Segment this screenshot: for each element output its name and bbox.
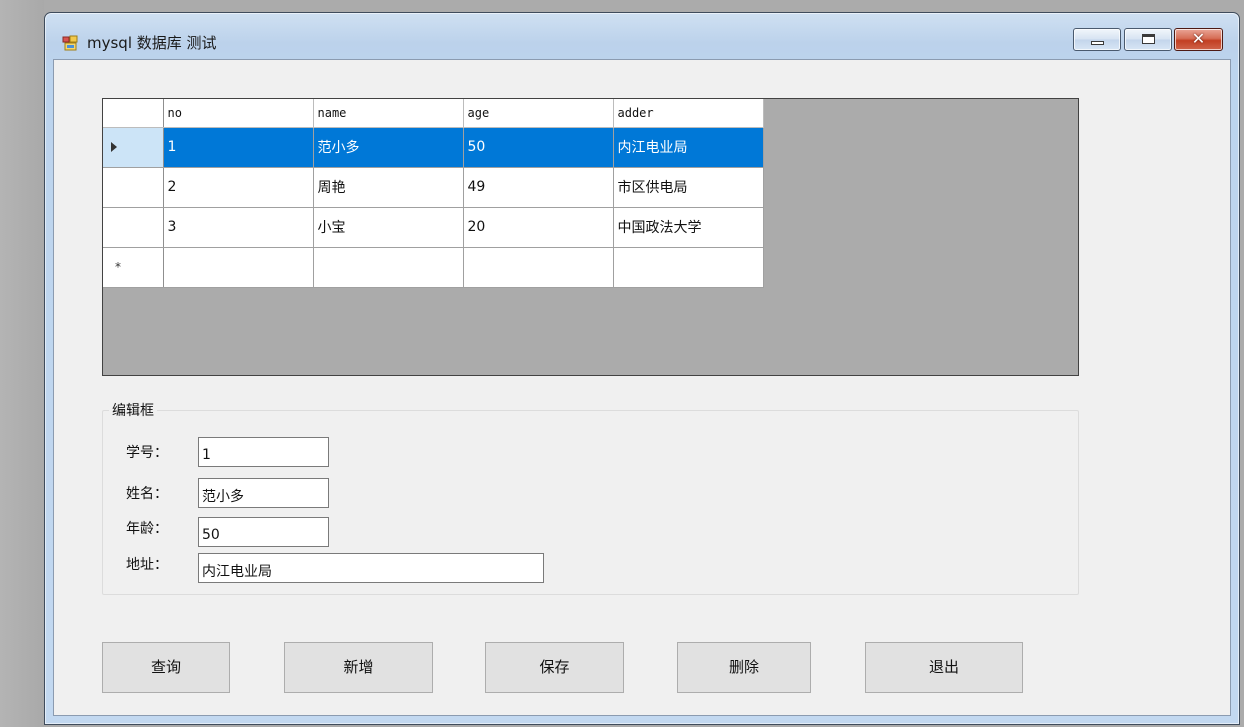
minimize-icon [1091, 41, 1104, 45]
row-header[interactable] [103, 167, 164, 208]
cell-adder[interactable]: 内江电业局 [613, 127, 764, 168]
age-input[interactable] [198, 517, 329, 547]
row-header[interactable]: * [103, 247, 164, 288]
new-row-star-icon: * [115, 260, 121, 274]
address-label: 地址： [126, 557, 168, 573]
name-label: 姓名： [126, 486, 168, 502]
cell-name[interactable] [313, 247, 464, 288]
data-grid[interactable]: no name age adder 1 范小多 50 内江电业局 2 周艳 49… [102, 98, 1079, 376]
column-header-name[interactable]: name [313, 99, 464, 128]
age-label: 年龄： [126, 521, 168, 537]
cell-adder[interactable]: 市区供电局 [613, 167, 764, 208]
title-bar[interactable]: mysql 数据库 测试 ✕ [45, 13, 1239, 59]
student-id-input[interactable] [198, 437, 329, 467]
column-header-age[interactable]: age [463, 99, 614, 128]
cell-name[interactable]: 小宝 [313, 207, 464, 248]
cell-no[interactable]: 1 [163, 127, 314, 168]
row-header[interactable] [103, 207, 164, 248]
cell-age[interactable] [463, 247, 614, 288]
maximize-button[interactable] [1124, 28, 1172, 51]
cell-no[interactable] [163, 247, 314, 288]
cell-no[interactable]: 3 [163, 207, 314, 248]
add-button[interactable]: 新增 [284, 642, 433, 693]
grid-table: no name age adder 1 范小多 50 内江电业局 2 周艳 49… [103, 99, 764, 288]
query-button[interactable]: 查询 [102, 642, 230, 693]
cell-age[interactable]: 20 [463, 207, 614, 248]
cell-no[interactable]: 2 [163, 167, 314, 208]
maximize-icon [1142, 34, 1155, 44]
close-icon: ✕ [1191, 29, 1206, 48]
cell-age[interactable]: 50 [463, 127, 614, 168]
groupbox-title: 编辑框 [109, 400, 157, 420]
name-input[interactable] [198, 478, 329, 508]
table-row[interactable]: 1 范小多 50 内江电业局 [103, 127, 764, 168]
grid-header-row: no name age adder [103, 99, 764, 128]
new-row[interactable]: * [103, 247, 764, 288]
cell-adder[interactable]: 中国政法大学 [613, 207, 764, 248]
delete-button[interactable]: 删除 [677, 642, 811, 693]
exit-button[interactable]: 退出 [865, 642, 1023, 693]
app-icon [62, 35, 78, 51]
form-client-area: no name age adder 1 范小多 50 内江电业局 2 周艳 49… [53, 59, 1231, 716]
column-header-adder[interactable]: adder [613, 99, 764, 128]
cell-age[interactable]: 49 [463, 167, 614, 208]
save-button[interactable]: 保存 [485, 642, 624, 693]
grid-corner-cell[interactable] [103, 99, 164, 128]
row-header[interactable] [103, 127, 164, 168]
student-id-label: 学号： [126, 445, 168, 461]
minimize-button[interactable] [1073, 28, 1121, 51]
cell-adder[interactable] [613, 247, 764, 288]
cell-name[interactable]: 范小多 [313, 127, 464, 168]
cell-name[interactable]: 周艳 [313, 167, 464, 208]
address-input[interactable] [198, 553, 544, 583]
close-button[interactable]: ✕ [1174, 28, 1223, 51]
app-window: mysql 数据库 测试 ✕ no name age adder 1 范小多 5… [44, 12, 1240, 725]
current-row-arrow-icon [111, 142, 117, 152]
table-row[interactable]: 2 周艳 49 市区供电局 [103, 167, 764, 208]
window-title: mysql 数据库 测试 [87, 34, 217, 52]
desktop-background [0, 0, 44, 727]
table-row[interactable]: 3 小宝 20 中国政法大学 [103, 207, 764, 248]
edit-groupbox: 编辑框 学号： 姓名： 年龄： 地址： [102, 400, 1079, 595]
column-header-no[interactable]: no [163, 99, 314, 128]
